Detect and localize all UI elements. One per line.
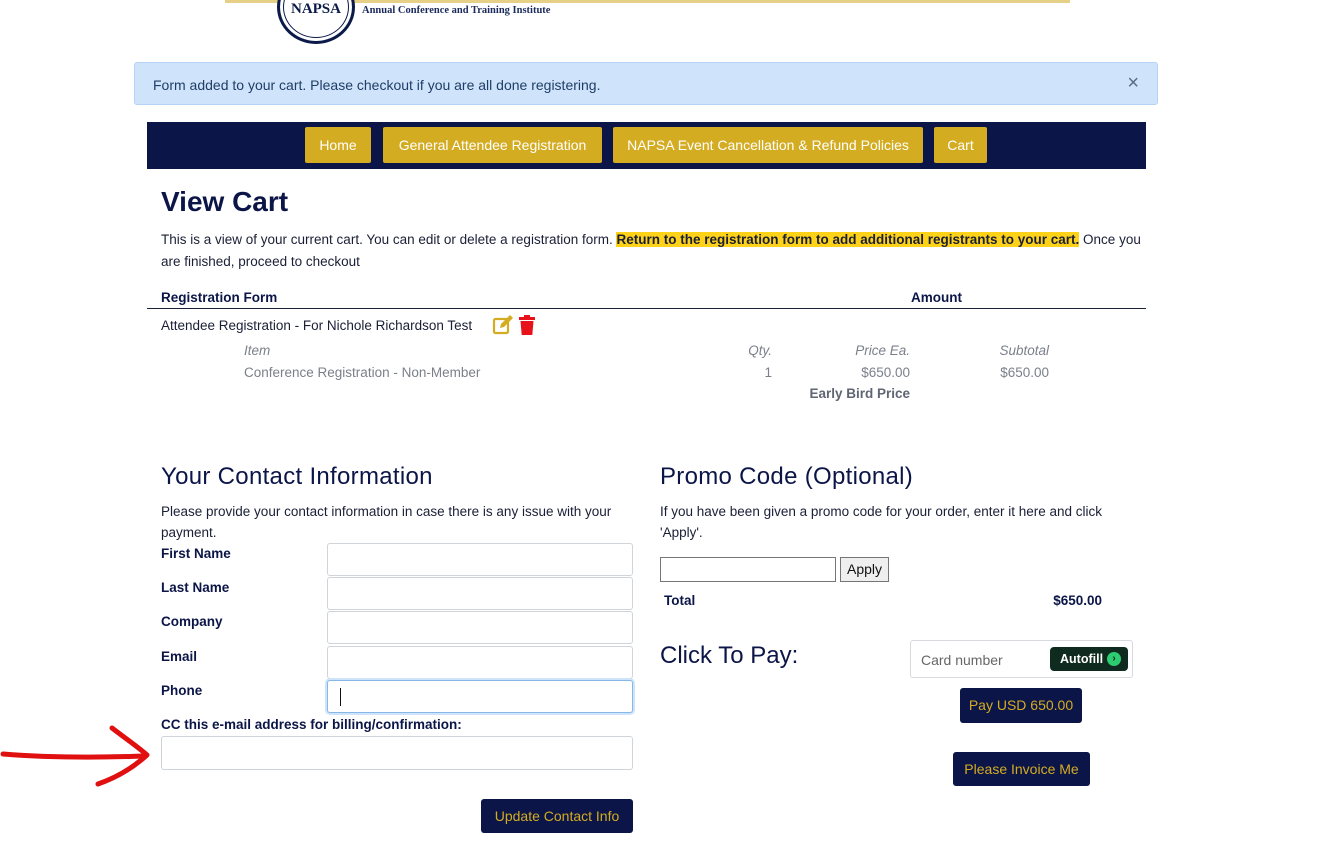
cart-table-header: Registration Form Amount [147, 288, 1146, 309]
nav-cart[interactable]: Cart [934, 127, 987, 163]
item-header-item: Item [244, 343, 271, 358]
total-value: $650.00 [1053, 593, 1102, 608]
annotation-arrow-icon [0, 725, 150, 787]
email-field[interactable] [327, 646, 633, 679]
alert-message: Form added to your cart. Please checkout… [153, 77, 601, 93]
pay-button[interactable]: Pay USD 650.00 [960, 688, 1082, 723]
company-field[interactable] [327, 611, 633, 644]
trash-icon[interactable] [518, 314, 536, 336]
column-amount: Amount [911, 290, 962, 305]
card-number-field[interactable]: Card number Autofill › [910, 640, 1133, 678]
intro-text: This is a view of your current cart. You… [161, 232, 613, 247]
cart-alert: Form added to your cart. Please checkout… [134, 62, 1158, 105]
cart-intro: This is a view of your current cart. You… [161, 229, 1146, 273]
item-qty: 1 [764, 365, 772, 380]
promo-title: Promo Code (Optional) [660, 463, 914, 490]
click-to-pay-title: Click To Pay: [660, 642, 799, 669]
email-label: Email [161, 649, 198, 664]
item-header-qty: Qty. [748, 343, 772, 358]
promo-description: If you have been given a promo code for … [660, 504, 1103, 540]
page-title: View Cart [161, 186, 289, 217]
text-caret [340, 688, 341, 706]
first-name-field[interactable] [327, 543, 633, 576]
intro-highlight: Return to the registration form to add a… [616, 232, 1080, 247]
nav-general-attendee-registration[interactable]: General Attendee Registration [383, 127, 602, 163]
nav-cancellation-refund-policies[interactable]: NAPSA Event Cancellation & Refund Polici… [613, 127, 923, 163]
item-header-subtotal: Subtotal [999, 343, 1049, 358]
item-price: $650.00 [861, 365, 910, 380]
main-nav: Home General Attendee Registration NAPSA… [147, 122, 1146, 169]
logo-text: NAPSA [290, 1, 341, 17]
first-name-label: First Name [161, 546, 231, 561]
last-name-label: Last Name [161, 580, 230, 595]
edit-icon[interactable] [492, 314, 514, 336]
update-contact-button[interactable]: Update Contact Info [481, 799, 633, 833]
autofill-label: Autofill [1060, 652, 1104, 666]
autofill-button[interactable]: Autofill › [1050, 647, 1128, 671]
company-label: Company [161, 614, 223, 629]
total-label: Total [664, 593, 696, 608]
promo-code-input[interactable] [660, 557, 836, 582]
last-name-field[interactable] [327, 577, 633, 610]
contact-title: Your Contact Information [161, 463, 433, 490]
column-registration-form: Registration Form [161, 290, 278, 305]
card-number-placeholder: Card number [921, 652, 1003, 668]
nav-home[interactable]: Home [305, 127, 371, 163]
close-icon[interactable]: × [1127, 73, 1139, 93]
invoice-button[interactable]: Please Invoice Me [953, 752, 1090, 786]
item-name: Conference Registration - Non-Member [244, 365, 481, 380]
chevron-right-icon: › [1107, 652, 1121, 666]
item-subtotal: $650.00 [1000, 365, 1049, 380]
phone-field[interactable] [327, 680, 633, 713]
cc-email-label: CC this e-mail address for billing/confi… [161, 717, 462, 732]
contact-description: Please provide your contact information … [161, 504, 612, 540]
registration-title: Attendee Registration - For Nichole Rich… [161, 318, 473, 333]
header-subtitle: Annual Conference and Training Institute [362, 5, 551, 16]
phone-label: Phone [161, 683, 203, 698]
cc-email-field[interactable] [161, 736, 633, 770]
price-note: Early Bird Price [809, 386, 910, 401]
apply-button[interactable]: Apply [840, 557, 889, 582]
item-header-price: Price Ea. [855, 343, 910, 358]
napsa-logo: NAPSA [277, 0, 355, 44]
